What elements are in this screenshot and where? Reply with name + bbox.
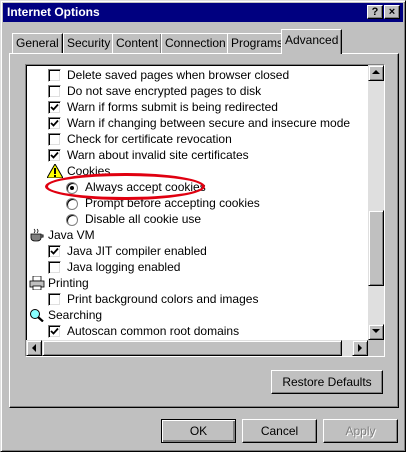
setting-check-for-certificate-revocation[interactable]: Check for certificate revocation [28,131,368,147]
setting-label: Prompt before accepting cookies [85,196,260,210]
setting-do-not-save-encrypted-pages-to-disk[interactable]: Do not save encrypted pages to disk [28,83,368,99]
close-button[interactable]: × [384,5,400,19]
arrow-down-icon [372,329,380,333]
setting-label: Searching [48,308,103,322]
setting-label: Java JIT compiler enabled [67,244,207,258]
setting-label: Disable all cookie use [85,212,202,226]
checkbox[interactable] [48,245,61,258]
checkbox[interactable] [48,293,61,306]
setting-label: Do not save encrypted pages to disk [67,84,262,98]
setting-label: Warn if forms submit is being redirected [67,100,278,114]
internet-options-dialog: Internet Options ? × General Security Co… [0,0,406,452]
setting-label: Warn about invalid site certificates [67,148,249,162]
apply-button[interactable]: Apply [323,419,398,443]
horizontal-scrollbar[interactable] [26,340,368,356]
setting-label: Delete saved pages when browser closed [67,68,290,82]
radio-button[interactable] [66,214,78,226]
vertical-scroll-thumb[interactable] [368,210,384,286]
setting-delete-saved-pages-when-browser-closed[interactable]: Delete saved pages when browser closed [28,67,368,83]
arrow-left-icon [32,344,36,352]
setting-label: Check for certificate revocation [67,132,232,146]
ok-button[interactable]: OK [161,419,236,443]
setting-warn-if-changing-between-secure-and-insecure-mode[interactable]: Warn if changing between secure and inse… [28,115,368,131]
vertical-scrollbar[interactable] [368,65,384,340]
setting-autoscan-common-root-domains[interactable]: Autoscan common root domains [28,323,368,339]
setting-label: Always accept cookies [85,180,206,194]
setting-searching: Searching [28,307,368,323]
tab-connection[interactable]: Connection [161,33,230,53]
radio-button[interactable] [66,198,78,210]
setting-java-logging-enabled[interactable]: Java logging enabled [28,259,368,275]
checkbox[interactable] [48,261,61,274]
cancel-button[interactable]: Cancel [242,419,317,443]
setting-cookies: Cookies [28,162,368,179]
settings-list[interactable]: Delete saved pages when browser closed Do… [25,64,385,357]
title-bar[interactable]: Internet Options ? × [3,3,403,22]
setting-label: Printing [48,276,89,290]
radio-button[interactable] [66,182,78,194]
checkbox[interactable] [48,325,61,338]
checkbox[interactable] [48,101,61,114]
magnifier-icon [29,308,45,323]
help-button[interactable]: ? [367,5,383,19]
printer-icon [29,275,45,291]
checkbox[interactable] [48,133,61,146]
scroll-up-button[interactable] [368,65,384,81]
tab-security[interactable]: Security [63,33,115,53]
setting-label: Cookies [67,164,111,178]
setting-prompt-before-accepting-cookies[interactable]: Prompt before accepting cookies [28,195,368,211]
checkbox[interactable] [48,149,61,162]
checkbox[interactable] [48,117,61,130]
arrow-right-icon [358,344,362,352]
horizontal-scroll-thumb[interactable] [42,340,342,356]
setting-java-vm: Java VM [28,227,368,243]
tab-general[interactable]: General [12,33,63,53]
setting-printing: Printing [28,275,368,291]
setting-warn-about-invalid-site-certificates[interactable]: Warn about invalid site certificates [28,147,368,163]
tab-advanced[interactable]: Advanced [281,29,343,54]
checkbox[interactable] [48,69,61,82]
window-title: Internet Options [7,5,100,19]
setting-label: Autoscan common root domains [67,324,240,338]
scroll-left-button[interactable] [26,340,42,356]
setting-java-jit-compiler-enabled[interactable]: Java JIT compiler enabled [28,243,368,259]
setting-label: Warn if changing between secure and inse… [67,116,351,130]
tab-programs[interactable]: Programs [227,33,288,53]
arrow-up-icon [372,70,380,74]
tab-content[interactable]: Content [112,33,163,53]
setting-label: Print background colors and images [67,292,259,306]
setting-label: Java logging enabled [67,260,181,274]
setting-always-accept-cookies[interactable]: Always accept cookies [28,179,368,195]
java-cup-icon [29,228,45,242]
settings-list-content: Delete saved pages when browser closed Do… [28,67,368,340]
warning-icon [46,162,64,179]
scroll-right-button[interactable] [352,340,368,356]
scrollbar-corner [368,340,384,356]
checkbox[interactable] [48,85,61,98]
scroll-down-button[interactable] [368,324,384,340]
setting-label: Java VM [48,228,95,242]
setting-disable-all-cookie-use[interactable]: Disable all cookie use [28,211,368,227]
setting-print-background-colors-and-images[interactable]: Print background colors and images [28,291,368,307]
setting-warn-if-forms-submit-is-being-redirected[interactable]: Warn if forms submit is being redirected [28,99,368,115]
